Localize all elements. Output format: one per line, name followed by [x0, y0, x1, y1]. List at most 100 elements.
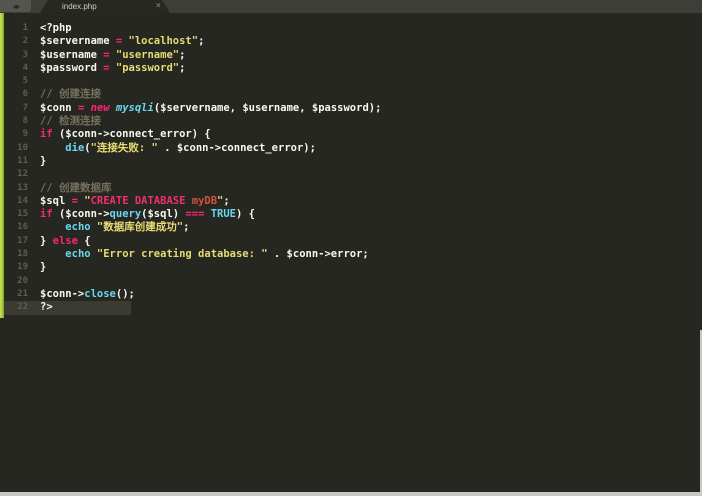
code-line: 17} else { — [0, 235, 702, 248]
code-segment: . $conn->error; — [267, 248, 369, 261]
code-segment: new — [90, 101, 116, 114]
code-line: 6 // 创建连接 — [0, 88, 702, 101]
code-segment: $username — [40, 48, 104, 61]
code-segment: echo — [65, 248, 97, 261]
line-number: 15 — [17, 209, 28, 220]
code-segment: (); — [115, 287, 135, 300]
code-segment: ($conn-> — [58, 208, 110, 221]
line-number: 22 — [17, 302, 28, 313]
code-segment: = — [115, 35, 129, 48]
code-segment: ; — [198, 35, 205, 48]
line-number: 19 — [17, 262, 28, 273]
tab-bar: ◀▶ index.php × — [0, 0, 702, 13]
line-number: 8 — [22, 116, 28, 127]
code-text: ?> — [28, 301, 53, 313]
code-segment: close — [84, 287, 116, 300]
code-segment: "数据库创建成功" — [96, 221, 184, 234]
code-segment: ) { — [236, 208, 255, 221]
code-segment: $conn-> — [40, 287, 85, 300]
code-text: if ($conn->query($sql) === TRUE) { — [28, 208, 255, 220]
code-segment: die — [65, 141, 85, 154]
code-segment: = — [103, 48, 116, 61]
bottom-window-edge — [0, 492, 702, 496]
code-line: 8 // 检测连接 — [0, 115, 702, 128]
code-segment: "Error creating database: " — [96, 248, 268, 261]
code-line: 13 // 创建数据库 — [0, 182, 702, 195]
code-segment: . $conn->connect_error); — [157, 141, 316, 154]
code-segment: ; — [179, 48, 186, 61]
code-line: 5 — [0, 75, 702, 88]
code-segment: = — [77, 101, 91, 114]
code-text: $servername = "localhost"; — [28, 35, 204, 47]
code-segment: "password" — [115, 61, 180, 74]
code-segment: { — [77, 234, 91, 247]
line-number: 14 — [17, 195, 28, 206]
code-line: 4 $password = "password"; — [0, 62, 702, 75]
code-text: } — [28, 261, 46, 273]
code-line: 16 echo "数据库创建成功"; — [0, 221, 702, 234]
code-text: $sql = "CREATE DATABASE myDB"; — [28, 195, 230, 207]
code-line: 2 $servername = "localhost"; — [0, 35, 702, 48]
code-text: } else { — [28, 235, 91, 247]
code-segment: ($servername, $username, $password); — [153, 101, 382, 114]
line-number: 16 — [17, 222, 28, 233]
code-segment: if — [40, 208, 59, 221]
code-segment: = — [103, 61, 116, 74]
code-line: 15 if ($conn->query($sql) === TRUE) { — [0, 208, 702, 221]
code-line: 10 die("连接失败: " . $conn->connect_error); — [0, 142, 702, 155]
code-segment: echo — [65, 221, 97, 234]
line-number: 20 — [17, 275, 28, 286]
code-segment: // 创建数据库 — [40, 181, 112, 194]
code-text: echo "数据库创建成功"; — [28, 221, 189, 233]
code-line: 9 if ($conn->connect_error) { — [0, 128, 702, 141]
line-number: 11 — [17, 155, 28, 166]
code-segment: "username" — [115, 48, 180, 61]
code-segment: ; — [223, 194, 230, 207]
code-segment: = — [71, 194, 85, 207]
code-segment: ?> — [40, 301, 53, 314]
code-segment: mysqli — [115, 101, 154, 114]
code-text: // 创建连接 — [28, 88, 101, 100]
line-number: 12 — [17, 169, 28, 180]
code-line: 12 — [0, 168, 702, 181]
sublime-text-window: ◀▶ index.php × 1 <?php 2 $servername = "loc… — [0, 0, 702, 496]
code-line: 11} — [0, 155, 702, 168]
tab-title: index.php — [62, 2, 97, 11]
code-chevrons-icon[interactable]: ◀▶ — [0, 0, 31, 12]
code-segment: } — [40, 261, 47, 274]
line-number: 17 — [17, 235, 28, 246]
code-segment: ($sql) — [141, 208, 186, 221]
code-segment: // 创建连接 — [40, 88, 101, 101]
code-text: // 检测连接 — [28, 115, 101, 127]
code-segment: } — [40, 154, 47, 167]
code-editor[interactable]: 1 <?php 2 $servername = "localhost"; 3 $usern… — [0, 13, 702, 492]
code-line: 3 $username = "username"; — [0, 49, 702, 62]
code-segment: if — [40, 128, 59, 141]
code-line: 21 $conn->close(); — [0, 288, 702, 301]
code-segment: query — [109, 208, 142, 221]
code-text: $username = "username"; — [28, 49, 185, 61]
code-text: } — [28, 155, 46, 167]
code-lines-container: 1 <?php 2 $servername = "localhost"; 3 $usern… — [0, 22, 702, 315]
code-segment: } — [40, 234, 53, 247]
code-segment: $password — [40, 61, 104, 74]
code-line: 14 $sql = "CREATE DATABASE myDB"; — [0, 195, 702, 208]
code-segment: // 检测连接 — [40, 115, 101, 128]
line-number: 4 — [22, 62, 28, 73]
code-segment: else — [52, 234, 78, 247]
tab-index-php[interactable]: index.php × — [40, 0, 170, 13]
code-line: 20 — [0, 275, 702, 288]
line-number: 13 — [17, 182, 28, 193]
tab-close-icon[interactable]: × — [156, 1, 161, 12]
code-segment: myDB — [191, 194, 218, 207]
code-line: 18 echo "Error creating database: " . $c… — [0, 248, 702, 261]
line-number: 9 — [22, 129, 28, 140]
line-number: 10 — [17, 142, 28, 153]
code-text: $conn = new mysqli($servername, $usernam… — [28, 102, 381, 114]
code-chevrons-glyph: ◀▶ — [12, 1, 21, 11]
code-segment: "localhost" — [128, 35, 199, 48]
